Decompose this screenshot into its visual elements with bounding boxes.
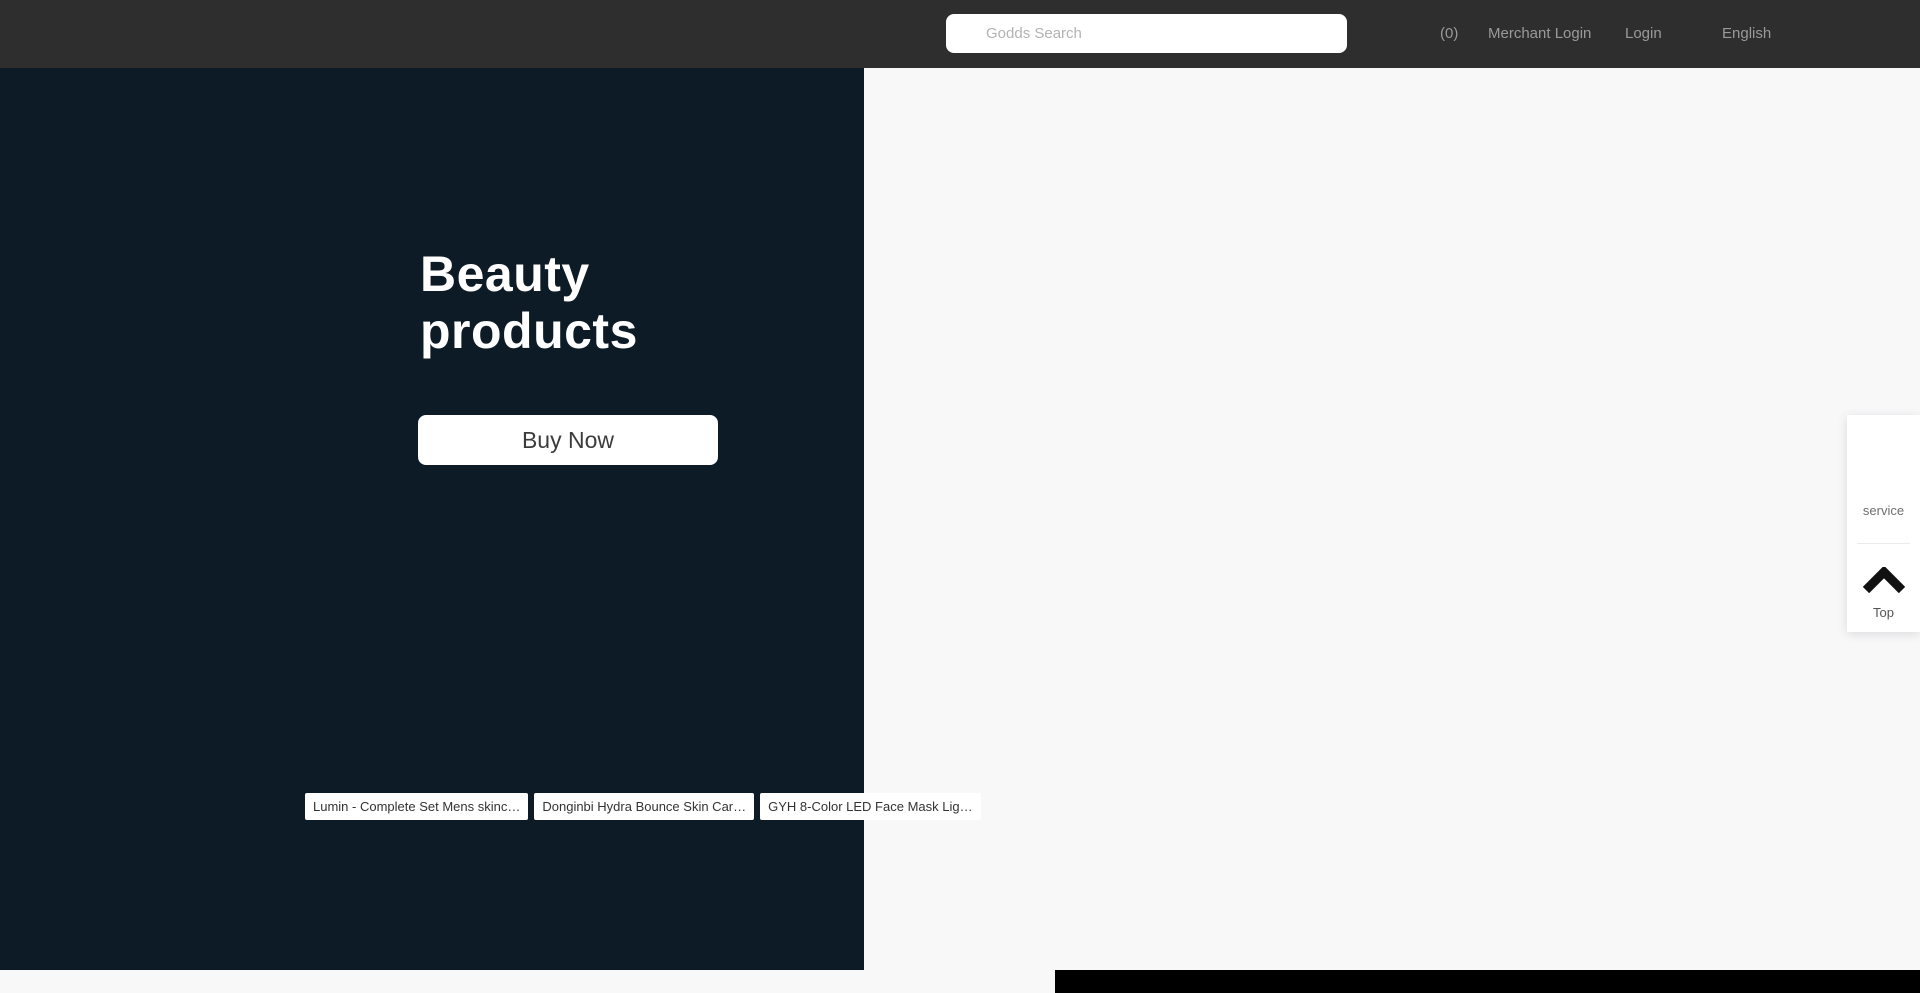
product-tag[interactable]: Lumin - Complete Set Mens skinc… (305, 793, 528, 820)
cart-count[interactable]: (0) (1440, 0, 1458, 68)
back-to-top-label: Top (1847, 605, 1920, 620)
service-label: service (1847, 503, 1920, 518)
merchant-login-link[interactable]: Merchant Login (1488, 0, 1591, 68)
storefront-page: (0) Merchant Login Login English Beauty … (0, 0, 1920, 993)
hero-banner: Beauty products Buy Now Lumin - Complete… (0, 68, 864, 970)
bottom-section-bar (1055, 970, 1920, 993)
product-tag-row: Lumin - Complete Set Mens skinc… Donginb… (305, 793, 981, 820)
service-button[interactable]: service (1847, 415, 1920, 543)
hero-title-line2: products (420, 303, 638, 360)
hero-title-line1: Beauty (420, 246, 638, 303)
product-tag[interactable]: Donginbi Hydra Bounce Skin Car… (534, 793, 754, 820)
top-header: (0) Merchant Login Login English (0, 0, 1920, 68)
search-input[interactable] (946, 14, 1347, 53)
buy-now-button[interactable]: Buy Now (418, 415, 718, 465)
language-selector[interactable]: English (1722, 0, 1771, 68)
chevron-up-icon (1862, 567, 1906, 593)
login-link[interactable]: Login (1625, 0, 1662, 68)
hero-title: Beauty products (420, 246, 638, 360)
floating-side-panel: service Top (1847, 415, 1920, 632)
product-tag[interactable]: GYH 8-Color LED Face Mask Lig… (760, 793, 980, 820)
back-to-top-button[interactable]: Top (1847, 544, 1920, 632)
